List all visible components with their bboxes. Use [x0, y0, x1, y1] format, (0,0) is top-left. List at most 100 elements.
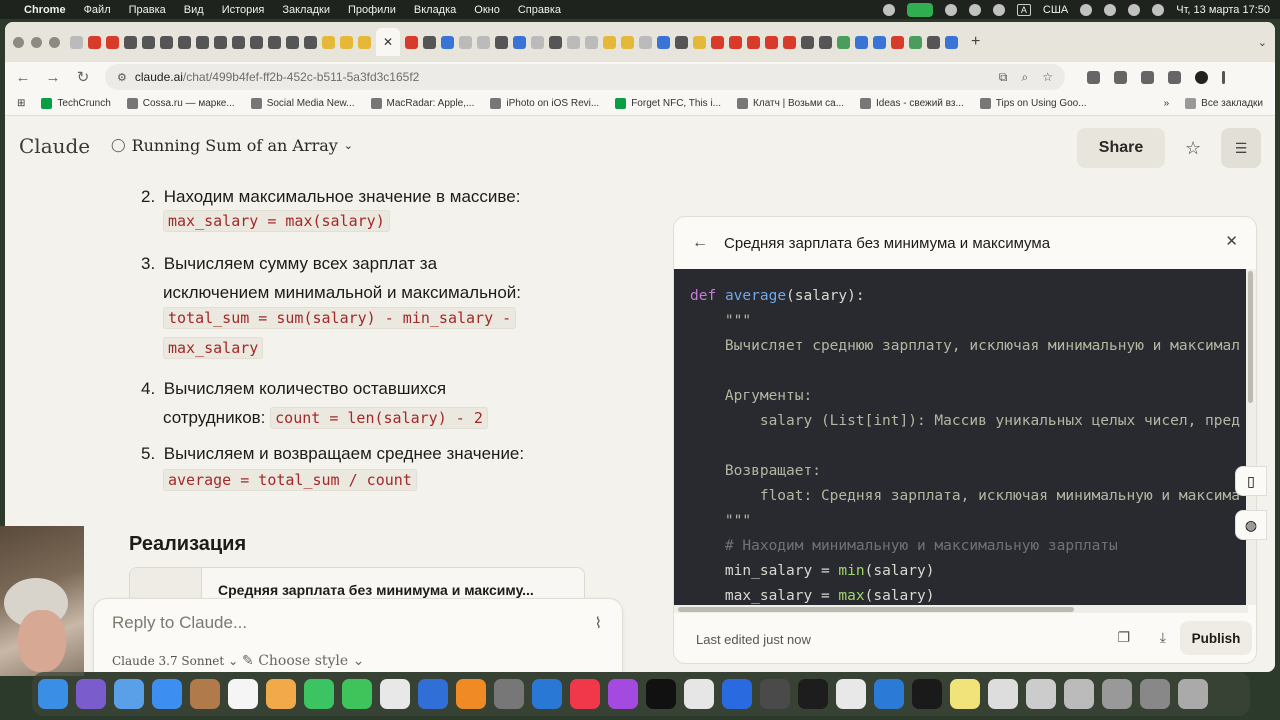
tab-favicon[interactable]: [214, 35, 227, 49]
tab-favicon[interactable]: [729, 35, 742, 49]
menu-tab[interactable]: Вкладка: [414, 4, 456, 16]
tab-favicon[interactable]: [405, 35, 418, 49]
facetime-icon[interactable]: [304, 679, 334, 709]
tab-favicon[interactable]: [801, 35, 814, 49]
control-center-icon[interactable]: [1152, 3, 1165, 16]
conversation-title-button[interactable]: ◯ Running Sum of an Array ⌄: [111, 136, 353, 155]
reload-icon[interactable]: ↻: [75, 68, 91, 86]
tab-favicon[interactable]: [178, 35, 191, 49]
region-label[interactable]: США: [1043, 4, 1068, 16]
window-thumbnail[interactable]: [1026, 679, 1056, 709]
epic-games-icon[interactable]: [912, 679, 942, 709]
tab-favicon[interactable]: [495, 35, 508, 49]
back-icon[interactable]: ←: [15, 69, 31, 86]
apple-tv-icon[interactable]: [646, 679, 676, 709]
close-window-button[interactable]: [13, 36, 24, 48]
model-selector[interactable]: Claude 3.7 Sonnet ⌄: [112, 654, 238, 668]
window-thumbnail[interactable]: [1102, 679, 1132, 709]
forward-icon[interactable]: →: [45, 69, 61, 86]
scrollbar-thumb[interactable]: [1248, 271, 1253, 403]
new-tab-icon[interactable]: +: [971, 33, 980, 51]
bookmark-item[interactable]: Клатч | Возьми са...: [737, 98, 844, 109]
tab-favicon[interactable]: [70, 35, 83, 49]
keynote-icon[interactable]: [418, 679, 448, 709]
trash-icon[interactable]: [1178, 679, 1208, 709]
tab-favicon[interactable]: [909, 35, 922, 49]
close-icon[interactable]: ✕: [1225, 232, 1238, 250]
bookmark-item[interactable]: iPhoto on iOS Revi...: [490, 98, 599, 109]
color-wheel-icon[interactable]: ◍: [1235, 510, 1267, 540]
wifi-icon[interactable]: [1104, 3, 1117, 16]
launchpad-icon[interactable]: [114, 679, 144, 709]
menu-app-name[interactable]: Chrome: [24, 4, 66, 16]
menu-clock[interactable]: Чт, 13 марта 17:50: [1176, 4, 1270, 16]
zoom-window-button[interactable]: [49, 36, 60, 48]
tab-favicon[interactable]: [675, 35, 688, 49]
paperclip-icon[interactable]: ⌇: [595, 614, 602, 632]
freeform-icon[interactable]: [722, 679, 752, 709]
menu-history[interactable]: История: [222, 4, 265, 16]
active-tab-close-icon[interactable]: ✕: [376, 28, 400, 56]
minimize-window-button[interactable]: [31, 36, 42, 48]
tab-favicon[interactable]: [783, 35, 796, 49]
tab-favicon[interactable]: [88, 35, 101, 49]
tab-favicon[interactable]: [765, 35, 778, 49]
facetime-camera-icon[interactable]: [906, 2, 933, 17]
download-icon[interactable]: ⤓: [1160, 629, 1166, 646]
system-settings-icon[interactable]: [494, 679, 524, 709]
music-icon[interactable]: [570, 679, 600, 709]
tab-favicon[interactable]: [160, 35, 173, 49]
tab-favicon[interactable]: [549, 35, 562, 49]
profile-avatar[interactable]: [1195, 70, 1208, 84]
reply-input[interactable]: Reply to Claude...: [112, 613, 247, 633]
menu-file[interactable]: Файл: [84, 4, 111, 16]
zoom-icon[interactable]: ⌕: [1022, 70, 1029, 85]
share-button[interactable]: Share: [1077, 128, 1165, 168]
tab-favicon[interactable]: [693, 35, 706, 49]
vscode-icon[interactable]: [874, 679, 904, 709]
tab-favicon[interactable]: [513, 35, 526, 49]
copy-icon[interactable]: ❐: [1117, 629, 1130, 646]
books-icon[interactable]: [456, 679, 486, 709]
record-icon[interactable]: [882, 3, 895, 16]
bookmark-item[interactable]: Forget NFC, This i...: [615, 98, 721, 109]
tab-favicon[interactable]: [340, 35, 353, 49]
reply-box[interactable]: Reply to Claude... ⌇ Claude 3.7 Sonnet ⌄…: [93, 598, 623, 672]
tab-favicon[interactable]: [441, 35, 454, 49]
tab-favicon[interactable]: [945, 35, 958, 49]
iphone-mirroring-icon[interactable]: [760, 679, 790, 709]
tab-favicon[interactable]: [585, 35, 598, 49]
messages-icon[interactable]: [342, 679, 372, 709]
menu-edit[interactable]: Правка: [129, 4, 166, 16]
window-thumbnail[interactable]: [1064, 679, 1094, 709]
tab-favicon[interactable]: [358, 35, 371, 49]
tab-favicon[interactable]: [459, 35, 472, 49]
reading-list-icon[interactable]: ▯: [1235, 466, 1267, 496]
claude-logo[interactable]: Claude: [19, 134, 90, 158]
install-app-icon[interactable]: ⧉: [999, 70, 1008, 85]
tab-favicon[interactable]: [423, 35, 436, 49]
bluetooth-icon[interactable]: [1080, 3, 1093, 16]
menu-view[interactable]: Вид: [184, 4, 204, 16]
photos-icon[interactable]: [266, 679, 296, 709]
tab-favicon[interactable]: [567, 35, 580, 49]
all-bookmarks-folder[interactable]: Все закладки: [1185, 98, 1263, 109]
site-info-icon[interactable]: ⚙: [117, 71, 127, 84]
tab-search-icon[interactable]: ⌄: [1258, 36, 1267, 49]
tab-favicon[interactable]: [286, 35, 299, 49]
menu-window[interactable]: Окно: [474, 4, 500, 16]
bookmark-star-icon[interactable]: ☆: [1042, 70, 1053, 85]
tab-favicon[interactable]: [657, 35, 670, 49]
calendar-icon[interactable]: [228, 679, 258, 709]
podcasts-icon[interactable]: [608, 679, 638, 709]
battery-icon[interactable]: [992, 3, 1005, 16]
bookmark-item[interactable]: Tips on Using Goo...: [979, 98, 1087, 109]
tab-favicon[interactable]: [232, 35, 245, 49]
tab-favicon[interactable]: [639, 35, 652, 49]
tab-favicon[interactable]: [891, 35, 904, 49]
tab-favicon[interactable]: [927, 35, 940, 49]
finder-icon[interactable]: [38, 679, 68, 709]
tab-favicon[interactable]: [106, 35, 119, 49]
tab-favicon[interactable]: [531, 35, 544, 49]
numbers-icon[interactable]: [380, 679, 410, 709]
